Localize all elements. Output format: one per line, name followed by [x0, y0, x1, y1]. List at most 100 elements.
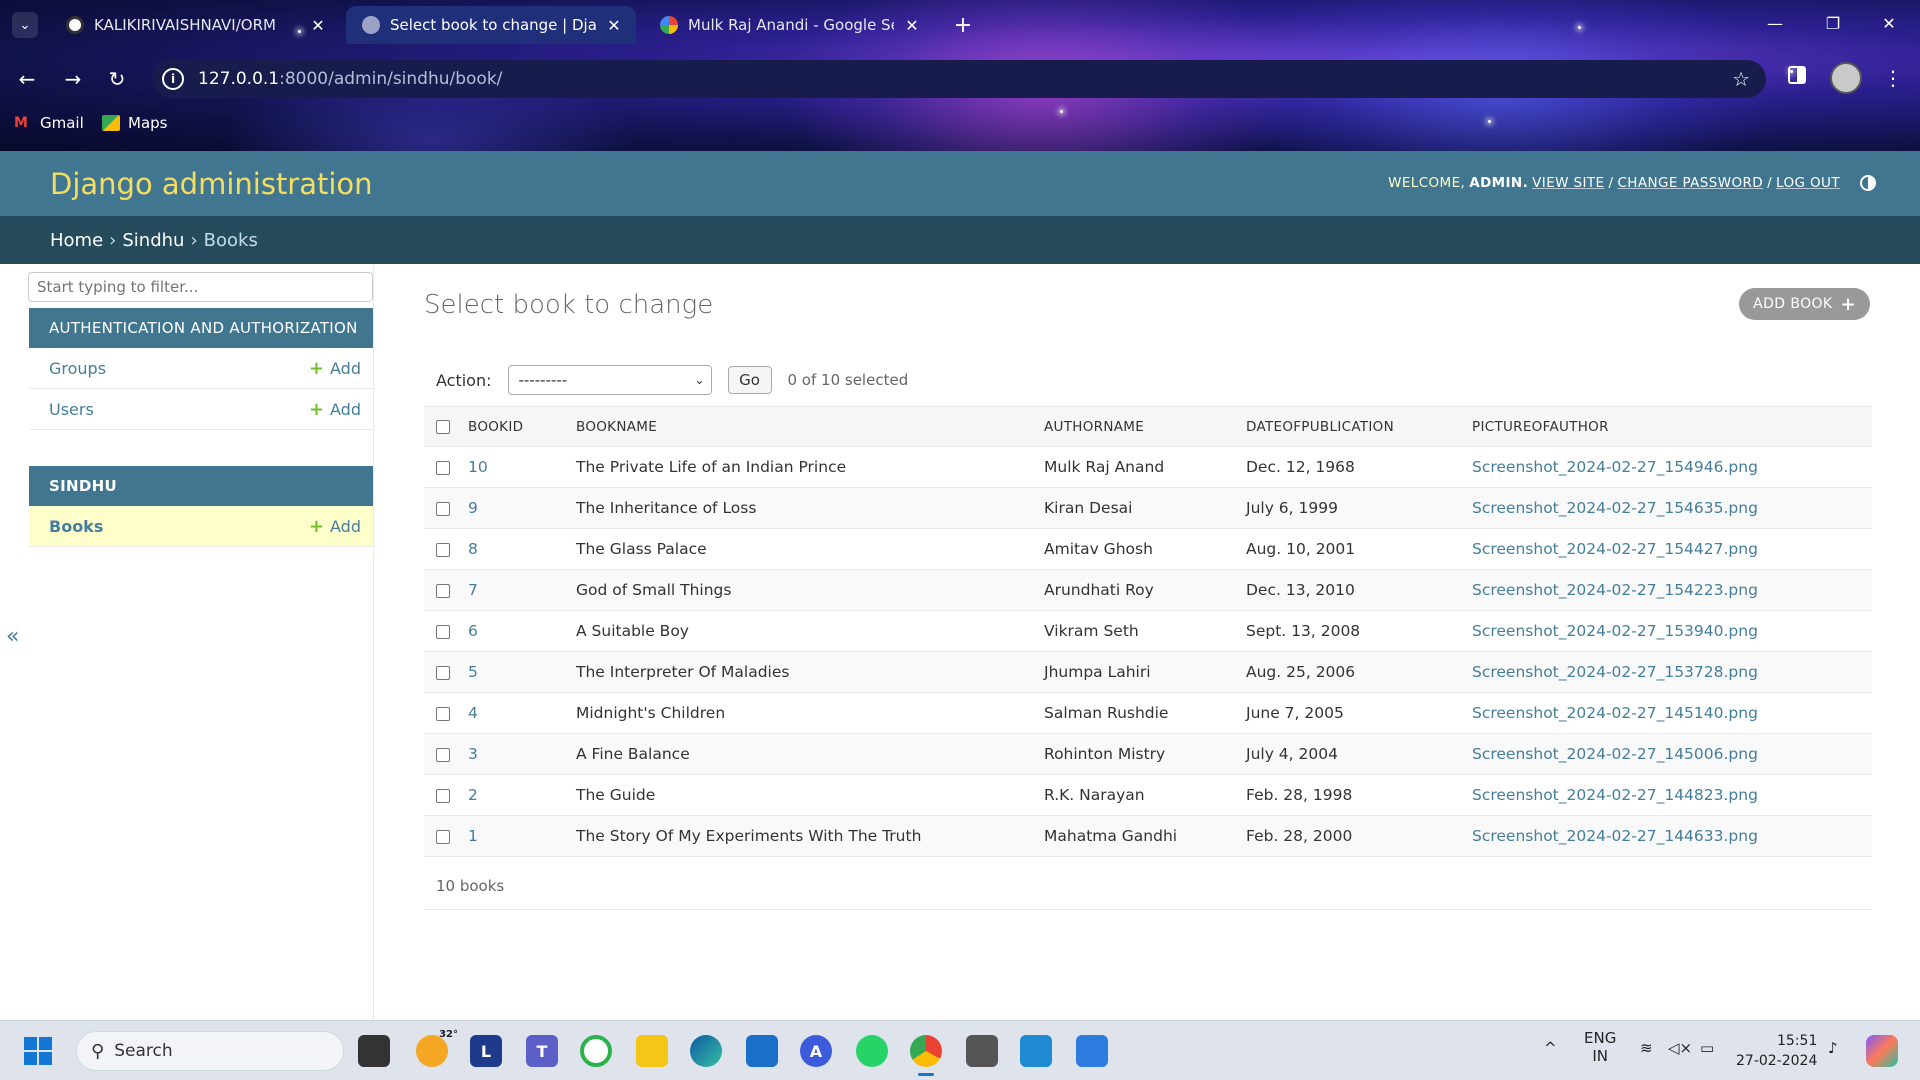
book-id-link[interactable]: 7 — [468, 581, 478, 599]
row-checkbox[interactable] — [436, 665, 450, 680]
tab-search-button[interactable]: ⌄ — [12, 12, 38, 38]
restore-icon[interactable]: ❐ — [1810, 8, 1856, 38]
book-id-link[interactable]: 9 — [468, 499, 478, 517]
row-checkbox[interactable] — [436, 788, 450, 803]
column-header-bookid[interactable]: BOOKID — [468, 406, 576, 447]
site-branding[interactable]: Django administration — [50, 167, 373, 201]
row-checkbox[interactable] — [436, 542, 450, 557]
add-book-button[interactable]: ADD BOOK + — [1739, 288, 1870, 320]
action-select[interactable]: --------- ⌄ — [507, 365, 712, 395]
book-id-link[interactable]: 6 — [468, 622, 478, 640]
copilot-icon[interactable] — [1866, 1035, 1898, 1067]
close-icon[interactable]: ✕ — [308, 15, 328, 35]
bookmark-gmail[interactable]: M Gmail — [14, 114, 84, 132]
reload-icon[interactable]: ↻ — [100, 62, 134, 96]
taskbar-search[interactable]: ⚲ Search — [76, 1031, 344, 1071]
column-header-pictureofauthor[interactable]: PICTUREOFAUTHOR — [1472, 406, 1872, 447]
view-site-link[interactable]: VIEW SITE — [1532, 175, 1604, 191]
book-id-link[interactable]: 10 — [468, 458, 488, 476]
windows-start-icon[interactable] — [24, 1037, 52, 1065]
language-indicator[interactable]: ENG IN — [1584, 1029, 1616, 1065]
bookmark-maps[interactable]: Maps — [102, 114, 167, 132]
forward-arrow-icon[interactable]: → — [56, 62, 90, 96]
picture-link[interactable]: Screenshot_2024-02-27_154946.png — [1472, 458, 1758, 476]
tab-google-search[interactable]: Mulk Raj Anandi - Google Search ✕ — [644, 6, 934, 44]
profile-avatar[interactable] — [1830, 62, 1862, 94]
column-header-authorname[interactable]: AUTHORNAME — [1044, 406, 1246, 447]
whatsapp-icon[interactable] — [856, 1035, 888, 1067]
store-icon[interactable] — [746, 1035, 778, 1067]
row-checkbox[interactable] — [436, 747, 450, 762]
theme-toggle-icon[interactable] — [1860, 175, 1876, 191]
app-caption-auth[interactable]: AUTHENTICATION AND AUTHORIZATION — [29, 308, 373, 348]
weather-icon[interactable]: 32° — [416, 1029, 458, 1067]
menu-dots-icon[interactable]: ⋮ — [1880, 62, 1906, 94]
new-tab-button[interactable]: + — [950, 12, 976, 38]
notification-bell-icon[interactable]: ♪ — [1828, 1039, 1838, 1057]
address-bar[interactable]: i 127.0.0.1:8000/admin/sindhu/book/ ☆ — [152, 60, 1766, 98]
task-view-icon[interactable] — [358, 1035, 390, 1067]
camera-icon[interactable] — [966, 1035, 998, 1067]
picture-link[interactable]: Screenshot_2024-02-27_145140.png — [1472, 704, 1758, 722]
book-id-link[interactable]: 1 — [468, 827, 478, 845]
picture-link[interactable]: Screenshot_2024-02-27_144823.png — [1472, 786, 1758, 804]
site-info-icon[interactable]: i — [162, 68, 184, 90]
model-link-books[interactable]: Books — [49, 517, 103, 536]
book-id-link[interactable]: 2 — [468, 786, 478, 804]
column-header-dateofpublication[interactable]: DATEOFPUBLICATION — [1246, 406, 1472, 447]
column-header-bookname[interactable]: BOOKNAME — [576, 406, 1044, 447]
add-groups-link[interactable]: + Add — [309, 358, 361, 379]
row-checkbox[interactable] — [436, 624, 450, 639]
picture-link[interactable]: Screenshot_2024-02-27_144633.png — [1472, 827, 1758, 845]
notepad-icon[interactable] — [1076, 1035, 1108, 1067]
select-all-checkbox[interactable] — [436, 419, 450, 434]
add-users-link[interactable]: + Add — [309, 399, 361, 420]
tab-github[interactable]: KALIKIRIVAISHNAVI/ORM ✕ — [50, 6, 340, 44]
change-password-link[interactable]: CHANGE PASSWORD — [1617, 175, 1763, 191]
chevron-up-icon[interactable]: ^ — [1544, 1039, 1557, 1057]
go-button[interactable]: Go — [727, 366, 772, 394]
picture-link[interactable]: Screenshot_2024-02-27_154427.png — [1472, 540, 1758, 558]
model-link-users[interactable]: Users — [49, 400, 94, 419]
row-checkbox[interactable] — [436, 501, 450, 516]
picture-link[interactable]: Screenshot_2024-02-27_153940.png — [1472, 622, 1758, 640]
row-checkbox[interactable] — [436, 583, 450, 598]
picture-link[interactable]: Screenshot_2024-02-27_154223.png — [1472, 581, 1758, 599]
sync-app-icon[interactable] — [580, 1035, 612, 1067]
wifi-icon[interactable]: ≋ — [1640, 1039, 1653, 1057]
row-checkbox[interactable] — [436, 829, 450, 844]
file-explorer-icon[interactable] — [636, 1035, 668, 1067]
tab-django-admin[interactable]: Select book to change | Django ✕ — [346, 6, 636, 44]
taskbar-clock[interactable]: 15:51 27-02-2024 — [1736, 1031, 1817, 1071]
volume-icon[interactable]: ◁× — [1668, 1039, 1692, 1057]
book-id-link[interactable]: 5 — [468, 663, 478, 681]
battery-icon[interactable]: ▭ — [1700, 1039, 1714, 1057]
window-close-icon[interactable]: ✕ — [1866, 8, 1912, 38]
picture-link[interactable]: Screenshot_2024-02-27_154635.png — [1472, 499, 1758, 517]
close-icon[interactable]: ✕ — [902, 15, 922, 35]
back-arrow-icon[interactable]: ← — [10, 62, 44, 96]
picture-link[interactable]: Screenshot_2024-02-27_145006.png — [1472, 745, 1758, 763]
breadcrumb-home[interactable]: Home — [50, 230, 103, 251]
close-icon[interactable]: ✕ — [604, 15, 624, 35]
vscode-icon[interactable] — [1020, 1035, 1052, 1067]
picture-link[interactable]: Screenshot_2024-02-27_153728.png — [1472, 663, 1758, 681]
book-id-link[interactable]: 3 — [468, 745, 478, 763]
edge-icon[interactable] — [690, 1035, 722, 1067]
breadcrumb-sindhu[interactable]: Sindhu — [122, 230, 184, 251]
app-caption-sindhu[interactable]: SINDHU — [29, 466, 373, 506]
nav-filter-input[interactable] — [28, 272, 373, 302]
teams-icon[interactable]: T — [526, 1035, 558, 1067]
row-checkbox[interactable] — [436, 460, 450, 475]
toggle-sidebar-button[interactable]: « — [6, 624, 19, 649]
app-l-icon[interactable]: L — [470, 1035, 502, 1067]
book-id-link[interactable]: 4 — [468, 704, 478, 722]
model-link-groups[interactable]: Groups — [49, 359, 106, 378]
minimize-icon[interactable]: — — [1752, 8, 1798, 38]
log-out-link[interactable]: LOG OUT — [1776, 175, 1840, 191]
side-panel-icon[interactable] — [1788, 66, 1806, 84]
chrome-icon[interactable] — [910, 1035, 942, 1067]
book-id-link[interactable]: 8 — [468, 540, 478, 558]
row-checkbox[interactable] — [436, 706, 450, 721]
add-books-link[interactable]: + Add — [309, 516, 361, 537]
